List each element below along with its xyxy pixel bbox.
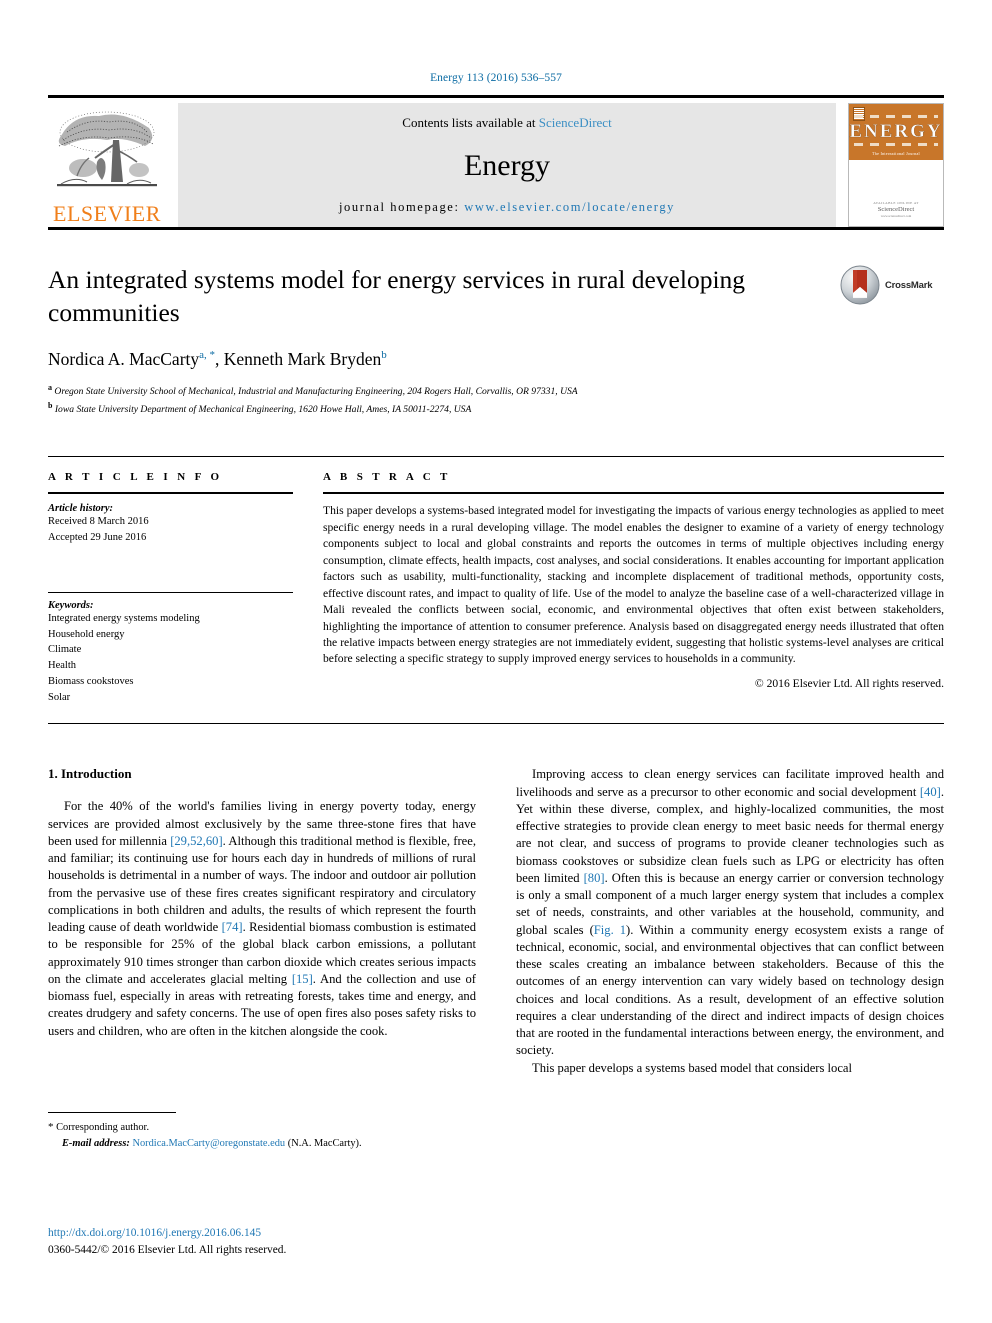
intro-right-text-b: . Yet within these diverse, complex, and…	[516, 784, 944, 885]
corresponding-author-footnote: * Corresponding author. E-mail address: …	[48, 1112, 476, 1151]
keywords-rule	[48, 591, 293, 593]
abstract-text: This paper develops a systems-based inte…	[323, 504, 944, 666]
keyword-item: Solar	[48, 691, 71, 703]
section-title-introduction: 1. Introduction	[48, 766, 132, 782]
abstract-rule	[323, 492, 944, 495]
keywords-label: Keywords:	[48, 599, 94, 611]
intro-paragraph-left: For the 40% of the world's families livi…	[48, 798, 476, 1040]
footnote-email-line: E-mail address: Nordica.MacCarty@oregons…	[48, 1136, 476, 1152]
cover-subtitle: The International Journal	[872, 151, 920, 156]
running-head: Energy 113 (2016) 536–557	[430, 72, 562, 84]
journal-cover-thumbnail: ENERGY The International Journal AVAILAB…	[848, 103, 944, 227]
footnote-corresponding-line: * Corresponding author.	[48, 1119, 476, 1136]
homepage-prefix: journal homepage:	[338, 200, 465, 214]
masthead-bottom-rule	[48, 227, 944, 230]
keyword-item: Health	[48, 660, 76, 672]
info-and-abstract: A R T I C L E I N F O Article history: R…	[48, 456, 944, 705]
abstract-heading: A B S T R A C T	[323, 471, 451, 484]
journal-homepage-line: journal homepage: www.elsevier.com/locat…	[339, 200, 675, 215]
issn-copyright-line: 0360-5442/© 2016 Elsevier Ltd. All right…	[48, 1243, 287, 1256]
footnote-corresponding-text: Corresponding author.	[56, 1122, 150, 1134]
cover-available-label: AVAILABLE ONLINE AT	[873, 201, 919, 205]
author-separator: ,	[215, 349, 224, 370]
affiliation-b-marker: b	[48, 401, 53, 411]
title-block: An integrated systems model for energy s…	[48, 264, 944, 418]
cover-publisher-icon	[853, 107, 865, 121]
affiliation-a: a Oregon State University School of Mech…	[48, 382, 944, 400]
journal-band: Contents lists available at ScienceDirec…	[178, 103, 836, 227]
affiliation-b: b Iowa State University Department of Me…	[48, 400, 944, 418]
author-name-1: Nordica A. MacCarty	[48, 349, 200, 370]
cover-footer: AVAILABLE ONLINE AT ScienceDirect www.sc…	[849, 201, 943, 218]
citation-ref[interactable]: [74]	[222, 920, 243, 934]
intro-paragraph-right-2: This paper develops a systems based mode…	[532, 1060, 853, 1075]
body-column-right: Improving access to clean energy service…	[516, 766, 944, 1077]
cover-title: ENERGY	[849, 121, 943, 142]
contents-list-line: Contents lists available at ScienceDirec…	[402, 115, 611, 131]
sciencedirect-link[interactable]: ScienceDirect	[539, 115, 612, 130]
citation-ref[interactable]: [15]	[292, 972, 313, 986]
affiliations: a Oregon State University School of Mech…	[48, 382, 944, 418]
article-history-label: Article history:	[48, 503, 114, 515]
footnote-star-marker: *	[48, 1121, 54, 1134]
doi-link[interactable]: http://dx.doi.org/10.1016/j.energy.2016.…	[48, 1225, 548, 1242]
article-accepted-date: Accepted 29 June 2016	[48, 532, 147, 544]
page-footer: http://dx.doi.org/10.1016/j.energy.2016.…	[48, 1225, 548, 1259]
citation-ref[interactable]: [40]	[920, 785, 941, 799]
citation-ref[interactable]: [29,52,60]	[170, 834, 222, 848]
journal-homepage-link[interactable]: www.elsevier.com/locate/energy	[464, 200, 675, 214]
paper-page: Energy 113 (2016) 536–557 ELSEVIER Conte…	[0, 0, 992, 1323]
intro-paragraph-right-1: Improving access to clean energy service…	[516, 766, 944, 1059]
cover-text-strip-top	[854, 115, 938, 118]
journal-title: Energy	[463, 148, 551, 182]
elsevier-tree-icon	[57, 111, 157, 187]
crossmark-badge[interactable]: CrossMark	[840, 264, 944, 306]
author-list: Nordica A. MacCartya, *, Kenneth Mark Br…	[48, 349, 944, 370]
contents-prefix: Contents lists available at	[402, 115, 539, 130]
keywords-block: Keywords: Integrated energy systems mode…	[48, 591, 293, 706]
keyword-item: Integrated energy systems modeling	[48, 612, 200, 624]
keyword-item: Biomass cookstoves	[48, 675, 134, 687]
author-1-affil-marker: a, *	[199, 349, 216, 362]
abstract-bottom-rule	[48, 723, 944, 725]
article-info-column: A R T I C L E I N F O Article history: R…	[48, 471, 293, 705]
footnote-email-label: E-mail address:	[62, 1137, 130, 1149]
article-info-heading: A R T I C L E I N F O	[48, 471, 223, 484]
crossmark-label: CrossMark	[885, 279, 933, 291]
cover-header: ENERGY The International Journal	[849, 104, 943, 160]
author-name-2: Kenneth Mark Bryden	[223, 349, 382, 370]
body-column-left: 1. Introduction For the 40% of the world…	[48, 766, 476, 1149]
article-received-date: Received 8 March 2016	[48, 516, 149, 528]
footnote-email-link[interactable]: Nordica.MacCarty@oregonstate.edu	[132, 1138, 285, 1149]
intro-right-text-a: Improving access to clean energy service…	[516, 767, 944, 799]
figure-ref[interactable]: Fig. 1	[594, 923, 626, 937]
affiliation-b-text: Iowa State University Department of Mech…	[54, 404, 472, 416]
body-columns: 1. Introduction For the 40% of the world…	[48, 766, 944, 1149]
author-2-affil-marker: b	[381, 349, 387, 362]
abstract-column: A B S T R A C T This paper develops a sy…	[293, 471, 944, 705]
cover-text-strip-bottom	[854, 143, 938, 146]
affiliation-a-text: Oregon State University School of Mechan…	[54, 386, 578, 398]
intro-right-text-d: ). Within a community energy ecosystem e…	[516, 922, 944, 1058]
affiliation-a-marker: a	[48, 383, 52, 393]
page-title: An integrated systems model for energy s…	[48, 265, 746, 327]
elsevier-logo: ELSEVIER	[48, 103, 166, 227]
cover-sciencedirect-brand: ScienceDirect	[877, 206, 915, 213]
keyword-item: Climate	[48, 644, 82, 656]
citation-ref[interactable]: [80]	[584, 871, 605, 885]
cover-body: AVAILABLE ONLINE AT ScienceDirect www.sc…	[849, 160, 943, 226]
keyword-item: Household energy	[48, 628, 125, 640]
footnote-rule	[48, 1112, 176, 1114]
abstract-copyright: © 2016 Elsevier Ltd. All rights reserved…	[754, 676, 944, 690]
footnote-email-suffix: (N.A. MacCarty).	[287, 1137, 362, 1149]
cover-url: www.sciencedirect.com	[880, 214, 912, 218]
crossmark-icon	[840, 265, 880, 305]
elsevier-wordmark: ELSEVIER	[53, 201, 161, 226]
article-info-rule	[48, 492, 293, 495]
journal-masthead: ELSEVIER Contents lists available at Sci…	[48, 95, 944, 227]
